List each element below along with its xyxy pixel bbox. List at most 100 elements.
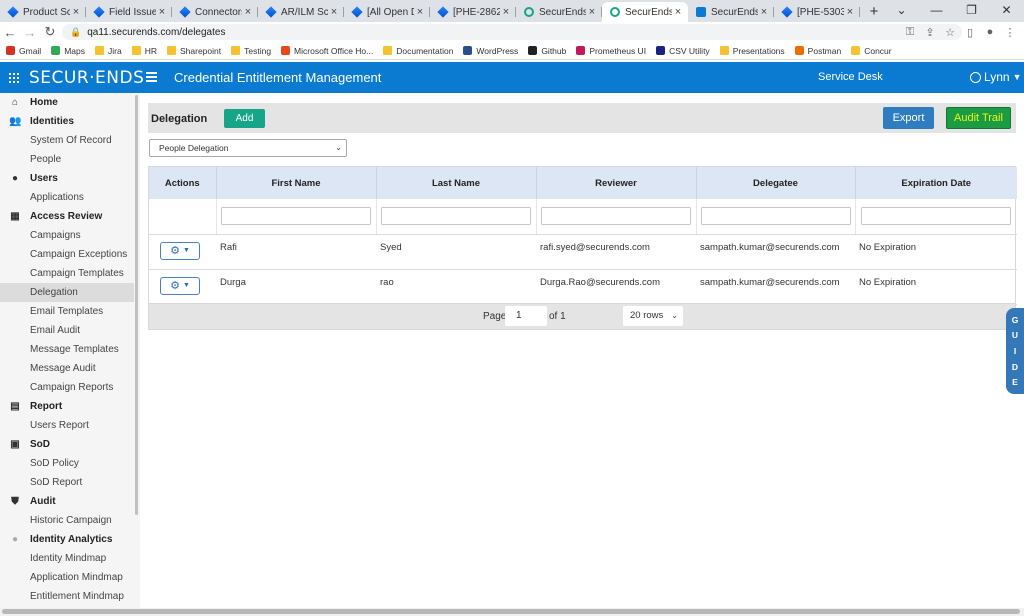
export-button[interactable]: Export xyxy=(883,107,934,129)
sidebar-section-access-review[interactable]: ▦ Access Review xyxy=(0,207,140,226)
bookmark-item[interactable]: Concur xyxy=(851,46,892,56)
bookmark-item[interactable]: CSV Utility xyxy=(656,46,710,56)
bookmark-item[interactable]: Sharepoint xyxy=(166,46,221,56)
user-menu[interactable]: Lynn ▼ xyxy=(970,70,1022,84)
forward-icon[interactable]: → xyxy=(20,25,40,40)
last-name-filter-input[interactable] xyxy=(381,207,531,226)
more-menu-icon[interactable]: ⋮ xyxy=(1000,26,1020,39)
browser-tab[interactable]: Connectors Sc× xyxy=(172,2,258,22)
page-number-input[interactable]: 1 xyxy=(505,306,547,326)
browser-tab[interactable]: [PHE-5303] Ca× xyxy=(774,2,860,22)
bookmark-item[interactable]: Documentation xyxy=(383,46,453,56)
first-name-filter-input[interactable] xyxy=(221,207,371,226)
rows-per-page-select[interactable]: 20 rows ⌄ xyxy=(623,306,683,326)
bookmark-item[interactable]: Gmail xyxy=(6,46,41,56)
add-button[interactable]: Add xyxy=(224,109,265,128)
sidebar-scrollbar[interactable] xyxy=(135,95,138,515)
bookmark-item[interactable]: Postman xyxy=(794,46,841,56)
sidebar-section-audit[interactable]: ⛊ Audit xyxy=(0,492,140,511)
browser-tab[interactable]: AR/ILM Scrum× xyxy=(258,2,344,22)
sidebar-item-message-audit[interactable]: Message Audit xyxy=(0,359,140,378)
securends-logo[interactable]: SECUR·ENDS xyxy=(29,68,144,88)
sidebar-item-delegation[interactable]: Delegation xyxy=(0,283,134,302)
sidebar-section-users[interactable]: ● Users xyxy=(0,169,140,188)
close-tab-icon[interactable]: × xyxy=(242,6,254,18)
browser-tab[interactable]: [All Open Def× xyxy=(344,2,430,22)
delegation-type-select[interactable]: People Delegation ⌄ xyxy=(149,139,347,157)
new-tab-button[interactable]: + xyxy=(864,2,884,22)
sidebar-section-identities[interactable]: 👥 Identities xyxy=(0,112,140,131)
sidepanel-icon[interactable]: ▯ xyxy=(960,26,980,39)
horizontal-scrollbar[interactable] xyxy=(0,608,1024,616)
reviewer-filter-input[interactable] xyxy=(541,207,691,226)
sidebar-item-campaign-templates[interactable]: Campaign Templates xyxy=(0,264,140,283)
column-header[interactable]: First Name xyxy=(216,167,377,199)
sidebar-item-users-report[interactable]: Users Report xyxy=(0,416,140,435)
sidebar-item-sod-policy[interactable]: SoD Policy xyxy=(0,454,140,473)
sidebar-item-message-templates[interactable]: Message Templates xyxy=(0,340,140,359)
app-grid-icon[interactable] xyxy=(9,72,19,83)
close-tab-icon[interactable]: × xyxy=(586,6,598,18)
bookmark-item[interactable]: Jira xyxy=(95,46,122,56)
back-icon[interactable]: ← xyxy=(0,25,20,40)
browser-tab[interactable]: SecurEnds × xyxy=(516,2,602,22)
bookmark-item[interactable]: Github xyxy=(528,46,566,56)
sidebar-item-campaign-exceptions[interactable]: Campaign Exceptions xyxy=(0,245,140,264)
close-tab-icon[interactable]: × xyxy=(672,6,684,18)
minimize-icon[interactable]: — xyxy=(919,0,954,22)
scrollbar-thumb[interactable] xyxy=(2,609,1020,614)
bookmark-item[interactable]: WordPress xyxy=(463,46,518,56)
bookmark-item[interactable]: Microsoft Office Ho... xyxy=(281,46,373,56)
column-header[interactable]: Last Name xyxy=(376,167,537,199)
sidebar-item-historic-campaign[interactable]: Historic Campaign xyxy=(0,511,140,530)
close-tab-icon[interactable]: × xyxy=(500,6,512,18)
url-field[interactable]: 🔒 qa11.securends.com/delegates xyxy=(62,24,962,40)
star-icon[interactable]: ☆ xyxy=(940,26,960,39)
reload-icon[interactable]: ↻ xyxy=(40,24,60,40)
delegatee-filter-input[interactable] xyxy=(700,207,851,226)
share-icon[interactable]: ⇪ xyxy=(920,26,940,39)
close-tab-icon[interactable]: × xyxy=(758,6,770,18)
sidebar-item-entitlement-mindmap[interactable]: Entitlement Mindmap xyxy=(0,587,140,606)
sidebar-section-sod[interactable]: ▣ SoD xyxy=(0,435,140,454)
bookmark-item[interactable]: Presentations xyxy=(719,46,785,56)
browser-tab[interactable]: Product Scrum× xyxy=(0,2,86,22)
expiration-date-filter-input[interactable] xyxy=(861,207,1012,226)
sidebar-section-report[interactable]: ▤ Report xyxy=(0,397,140,416)
bookmark-item[interactable]: Prometheus UI xyxy=(576,46,646,56)
column-header[interactable]: Expiration Date xyxy=(855,167,1017,199)
sidebar-item-people[interactable]: People xyxy=(0,150,140,169)
browser-tab[interactable]: SecurEnds × xyxy=(688,2,774,22)
sidebar-item-identity-mindmap[interactable]: Identity Mindmap xyxy=(0,549,140,568)
audit-trail-button[interactable]: Audit Trail xyxy=(946,107,1011,129)
guide-tab[interactable]: G U I D E xyxy=(1006,308,1024,394)
sidebar-item-campaigns[interactable]: Campaigns xyxy=(0,226,140,245)
sidebar-section-home[interactable]: ⌂ Home xyxy=(0,93,140,112)
key-icon[interactable]: ⚿ xyxy=(900,26,920,39)
sidebar-item-email-audit[interactable]: Email Audit xyxy=(0,321,140,340)
sidebar-item-application-mindmap[interactable]: Application Mindmap xyxy=(0,568,140,587)
tab-search-icon[interactable]: ⌄ xyxy=(884,0,919,22)
browser-tab[interactable]: SecurEnds × xyxy=(602,2,688,22)
profile-icon[interactable]: ● xyxy=(980,26,1000,38)
bookmark-item[interactable]: HR xyxy=(131,46,157,56)
sidebar-item-sod-report[interactable]: SoD Report xyxy=(0,473,140,492)
close-tab-icon[interactable]: × xyxy=(414,6,426,18)
column-header[interactable]: Reviewer xyxy=(536,167,697,199)
bookmark-item[interactable]: Testing xyxy=(231,46,271,56)
restore-icon[interactable]: ❐ xyxy=(954,0,989,22)
column-header[interactable]: Actions xyxy=(149,167,217,199)
close-tab-icon[interactable]: × xyxy=(328,6,340,18)
browser-tab[interactable]: [PHE-2862] De× xyxy=(430,2,516,22)
browser-tab[interactable]: Field Issues Ka× xyxy=(86,2,172,22)
service-desk-link[interactable]: Service Desk xyxy=(818,71,883,83)
close-tab-icon[interactable]: × xyxy=(844,6,856,18)
sidebar-item-applications[interactable]: Applications xyxy=(0,188,140,207)
row-actions-button[interactable]: ⚙ ▼ xyxy=(160,276,200,295)
sidebar-section-identity-analytics[interactable]: ● Identity Analytics xyxy=(0,530,140,549)
menu-toggle-icon[interactable] xyxy=(146,72,157,84)
close-tab-icon[interactable]: × xyxy=(156,6,168,18)
column-header[interactable]: Delegatee xyxy=(696,167,856,199)
close-window-icon[interactable]: ✕ xyxy=(989,0,1024,22)
close-tab-icon[interactable]: × xyxy=(70,6,82,18)
